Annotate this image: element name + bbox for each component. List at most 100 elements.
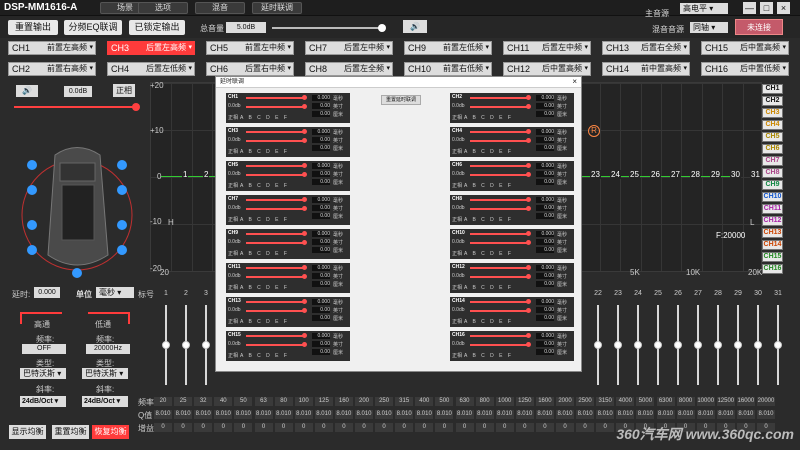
delay-preset-letters[interactable]: A B C D E F xyxy=(240,183,289,189)
channel-select-ch10[interactable]: CH10 前置右低频 ▾ xyxy=(404,62,492,76)
delay-value-input[interactable]: 0.000 xyxy=(312,197,330,203)
level-slider-knob[interactable] xyxy=(302,342,307,347)
level-slider[interactable] xyxy=(246,140,304,142)
delay-value-input[interactable]: 0.000 xyxy=(536,95,554,101)
lock-output-button[interactable]: 已锁定输出 xyxy=(129,20,185,35)
band-gain-input[interactable]: 0 xyxy=(576,423,595,432)
channel-toggle-ch11[interactable]: CH11 xyxy=(762,204,783,214)
band-gain-slider[interactable] xyxy=(774,305,782,385)
channel-toggle-ch5[interactable]: CH5 xyxy=(762,132,783,142)
delay-preset-letters[interactable]: A B C D E F xyxy=(464,217,513,223)
band-freq-input[interactable]: 5000 xyxy=(636,397,655,406)
band-gain-slider[interactable] xyxy=(754,305,762,385)
delay-slider-knob[interactable] xyxy=(302,95,307,100)
delay-preset-letters[interactable]: A B C D E F xyxy=(240,217,289,223)
band-q-input[interactable]: 8.010 xyxy=(757,410,775,419)
delay-phase-button[interactable]: 正相 xyxy=(452,318,462,325)
band-gain-knob[interactable] xyxy=(614,341,622,349)
delay-value-input[interactable]: 0.00 xyxy=(312,307,330,313)
delay-value-input[interactable]: 0.00 xyxy=(536,281,554,287)
band-q-input[interactable]: 8.010 xyxy=(194,410,213,419)
band-freq-input[interactable]: 10000 xyxy=(696,397,715,406)
delay-slider-knob[interactable] xyxy=(302,333,307,338)
eq-point-marker[interactable]: 1 xyxy=(182,170,189,179)
delay-value-input[interactable]: 0.000 xyxy=(312,299,330,305)
band-gain-input[interactable]: 0 xyxy=(515,423,534,432)
band-gain-input[interactable]: 0 xyxy=(214,423,233,432)
delay-slider-knob[interactable] xyxy=(302,265,307,270)
delay-phase-button[interactable]: 正相 xyxy=(452,114,462,121)
channel-toggle-ch8[interactable]: CH8 xyxy=(762,168,783,178)
delay-value-input[interactable]: 0.000 xyxy=(536,333,554,339)
level-slider[interactable] xyxy=(246,106,304,108)
mute-speaker-icon[interactable]: 🔊 xyxy=(16,85,38,97)
delay-value-input[interactable]: 0.000 xyxy=(536,197,554,203)
band-gain-knob[interactable] xyxy=(714,341,722,349)
band-freq-input[interactable]: 2500 xyxy=(576,397,595,406)
reset-output-button[interactable]: 重置输出 xyxy=(8,20,58,35)
delay-value-input[interactable]: 0.00 xyxy=(312,281,330,287)
delay-value-input[interactable]: 0.00 xyxy=(536,239,554,245)
band-gain-knob[interactable] xyxy=(734,341,742,349)
channel-select-ch1[interactable]: CH1 前置左高频 ▾ xyxy=(8,41,96,55)
band-gain-input[interactable]: 0 xyxy=(234,423,253,432)
maximize-icon[interactable]: □ xyxy=(760,2,773,14)
volume-slider[interactable] xyxy=(272,27,382,29)
delay-preset-letters[interactable]: A B C D E F xyxy=(240,319,289,325)
level-slider[interactable] xyxy=(246,344,304,346)
band-q-input[interactable]: 8.010 xyxy=(515,410,534,419)
band-q-input[interactable]: 8.010 xyxy=(234,410,253,419)
reset-eq-button[interactable]: 重置均衡 xyxy=(52,425,89,439)
restore-eq-button[interactable]: 恢复均衡 xyxy=(92,425,129,439)
delay-slider[interactable] xyxy=(470,131,528,133)
level-slider[interactable] xyxy=(470,106,528,108)
level-slider-knob[interactable] xyxy=(526,172,531,177)
level-slider-knob[interactable] xyxy=(526,308,531,313)
level-slider[interactable] xyxy=(470,276,528,278)
band-gain-input[interactable]: 0 xyxy=(395,423,414,432)
eq-point-marker[interactable]: 24 xyxy=(610,170,621,179)
band-freq-input[interactable]: 160 xyxy=(334,397,353,406)
channel-toggle-ch7[interactable]: CH7 xyxy=(762,156,783,166)
band-freq-input[interactable]: 2000 xyxy=(556,397,574,406)
band-gain-input[interactable]: 0 xyxy=(254,423,273,432)
level-slider[interactable] xyxy=(470,140,528,142)
band-gain-slider[interactable] xyxy=(162,305,170,385)
band-q-input[interactable]: 8.010 xyxy=(576,410,595,419)
delay-slider-knob[interactable] xyxy=(526,163,531,168)
eq-point-marker[interactable]: 26 xyxy=(650,170,661,179)
band-q-input[interactable]: 8.010 xyxy=(616,410,635,419)
level-slider-knob[interactable] xyxy=(302,138,307,143)
delay-value-input[interactable]: 0.00 xyxy=(536,213,554,219)
band-q-input[interactable]: 8.010 xyxy=(556,410,574,419)
band-gain-input[interactable]: 0 xyxy=(556,423,574,432)
delay-slider[interactable] xyxy=(470,199,528,201)
band-q-input[interactable]: 8.010 xyxy=(154,410,172,419)
hp-freq-input[interactable]: OFF xyxy=(22,344,66,354)
delay-phase-button[interactable]: 正相 xyxy=(228,216,238,223)
delay-slider-knob[interactable] xyxy=(526,95,531,100)
dialog-reset-button[interactable]: 重置延时联调 xyxy=(381,95,421,105)
band-gain-input[interactable]: 0 xyxy=(334,423,353,432)
band-gain-knob[interactable] xyxy=(654,341,662,349)
band-gain-input[interactable]: 0 xyxy=(535,423,554,432)
lp-type-select[interactable]: 巴特沃斯 ▾ xyxy=(82,368,128,379)
band-q-input[interactable]: 8.010 xyxy=(334,410,353,419)
delay-value-input[interactable]: 0.000 xyxy=(536,129,554,135)
delay-preset-letters[interactable]: A B C D E F xyxy=(240,115,289,121)
minimize-icon[interactable]: — xyxy=(743,2,756,14)
speaker-icon[interactable] xyxy=(117,185,127,195)
band-freq-input[interactable]: 3150 xyxy=(596,397,615,406)
channel-select-ch7[interactable]: CH7 后置左中频 ▾ xyxy=(305,41,393,55)
lp-slope-select[interactable]: 24dB/Oct ▾ xyxy=(82,396,128,407)
delay-slider[interactable] xyxy=(246,97,304,99)
eq-link-button[interactable]: 分频EQ联调 xyxy=(64,20,122,35)
band-gain-knob[interactable] xyxy=(774,341,782,349)
delay-preset-letters[interactable]: A B C D E F xyxy=(464,183,513,189)
channel-gain-value[interactable]: 0.0dB xyxy=(64,86,92,97)
delay-value-input[interactable]: 0.00 xyxy=(536,111,554,117)
band-gain-slider[interactable] xyxy=(694,305,702,385)
band-freq-input[interactable]: 20000 xyxy=(757,397,775,406)
eq-point-marker[interactable]: 27 xyxy=(670,170,681,179)
channel-toggle-ch4[interactable]: CH4 xyxy=(762,120,783,130)
